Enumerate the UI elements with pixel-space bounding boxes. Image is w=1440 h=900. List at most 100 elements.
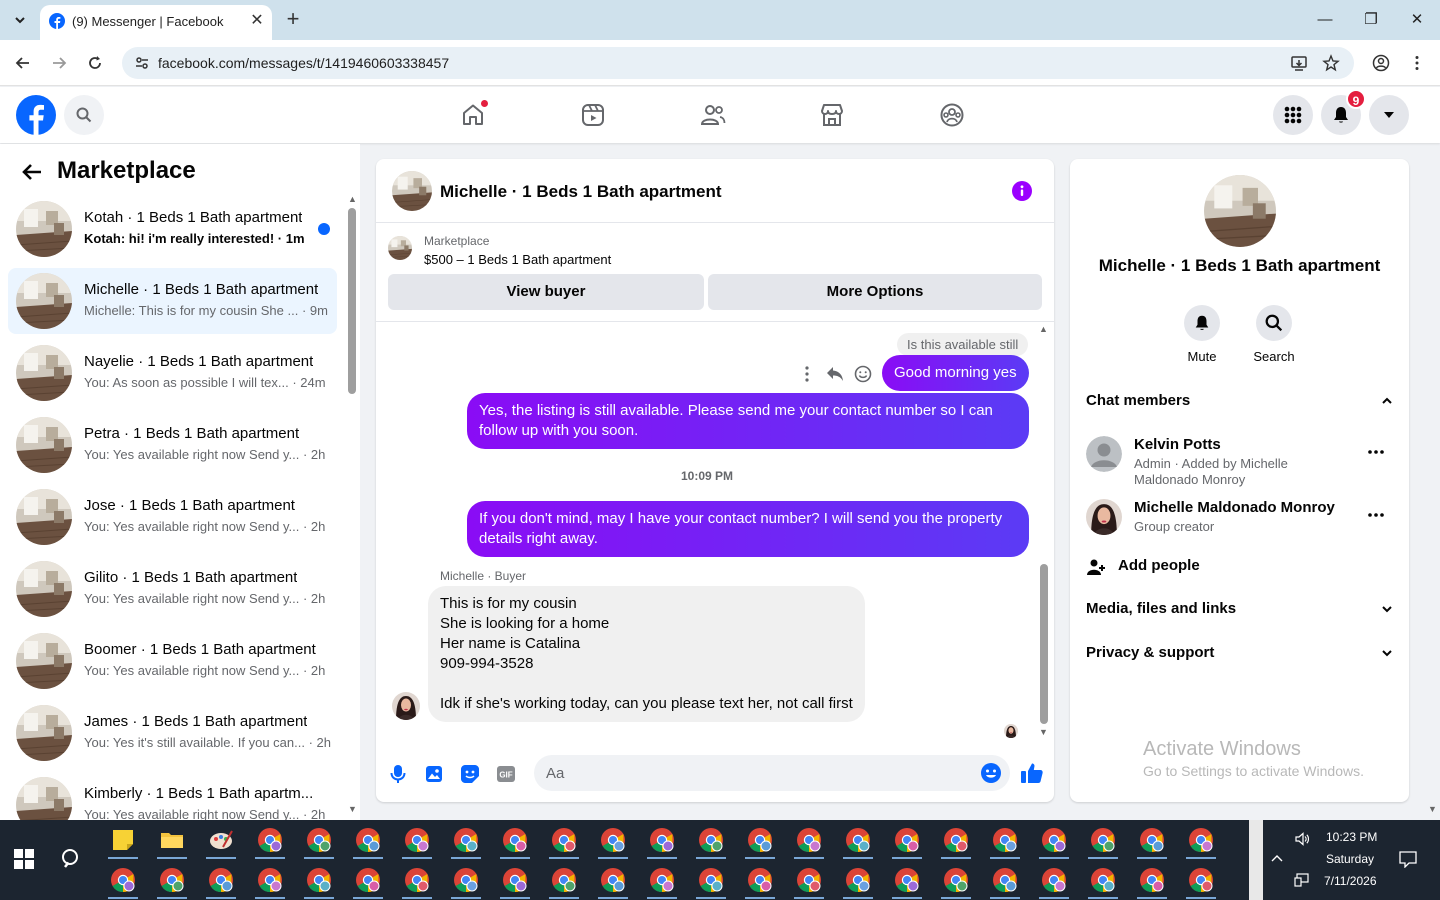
chrome-profile-icon[interactable] [551, 827, 577, 853]
chat-scroll-up-arrow[interactable]: ▲ [1039, 324, 1048, 334]
info-icon[interactable] [1012, 181, 1032, 201]
file-explorer-icon[interactable] [159, 827, 185, 853]
more-actions-icon[interactable] [797, 364, 817, 384]
outgoing-message[interactable]: If you don't mind, may I have your conta… [467, 501, 1029, 557]
taskbar-overflow-scroll[interactable] [1249, 820, 1263, 900]
chrome-profile-icon[interactable] [1041, 867, 1067, 893]
left-scroll-up-arrow[interactable]: ▲ [348, 194, 357, 204]
chrome-profile-icon[interactable] [649, 867, 675, 893]
chrome-profile-icon[interactable] [796, 827, 822, 853]
sticker-icon[interactable] [459, 763, 481, 785]
chrome-profile-icon[interactable] [355, 827, 381, 853]
back-arrow-icon[interactable] [20, 160, 44, 184]
outgoing-message[interactable]: Good morning yes [882, 355, 1029, 391]
tray-day[interactable]: Saturday [1326, 852, 1374, 866]
conversation-item[interactable]: James · 1 Beds 1 Bath apartment You: Yes … [8, 700, 337, 766]
add-people-button[interactable]: Add people [1086, 555, 1286, 579]
action-center-icon[interactable] [1398, 850, 1418, 868]
site-settings-icon[interactable] [134, 55, 150, 71]
chevron-up-icon[interactable] [1270, 852, 1284, 866]
privacy-support-section-toggle[interactable]: Privacy & support [1086, 644, 1394, 661]
react-emoji-icon[interactable] [853, 364, 873, 384]
chrome-profile-icon[interactable] [502, 867, 528, 893]
chrome-profile-icon[interactable] [159, 867, 185, 893]
browser-menu-icon[interactable] [1408, 54, 1426, 72]
conversation-item[interactable]: Petra · 1 Beds 1 Bath apartment You: Yes … [8, 412, 337, 478]
menu-grid-button[interactable] [1273, 95, 1313, 135]
chrome-profile-icon[interactable] [208, 867, 234, 893]
chrome-profile-icon[interactable] [453, 827, 479, 853]
mute-button[interactable]: Mute [1172, 305, 1232, 364]
bookmark-star-icon[interactable] [1322, 54, 1340, 72]
chrome-profile-icon[interactable] [649, 827, 675, 853]
conversation-item[interactable]: Kotah · 1 Beds 1 Bath apartment Kotah: hi… [8, 196, 337, 262]
chrome-profile-icon[interactable] [404, 827, 430, 853]
listing-thumbnail[interactable] [388, 236, 412, 260]
attach-photo-icon[interactable] [423, 763, 445, 785]
chrome-profile-icon[interactable] [1139, 827, 1165, 853]
install-app-icon[interactable] [1290, 54, 1308, 72]
chrome-profile-icon[interactable] [453, 867, 479, 893]
conversation-item[interactable]: Nayelie · 1 Beds 1 Bath apartment You: As… [8, 340, 337, 406]
left-scrollbar-thumb[interactable] [348, 208, 356, 394]
listing-description[interactable]: $500 – 1 Beds 1 Bath apartment [424, 252, 611, 267]
more-options-button[interactable]: More Options [708, 274, 1042, 310]
chrome-profile-icon[interactable] [992, 867, 1018, 893]
chrome-profile-icon[interactable] [502, 827, 528, 853]
search-in-chat-button[interactable]: Search [1244, 305, 1304, 364]
chrome-profile-icon[interactable] [943, 827, 969, 853]
chrome-profile-icon[interactable] [404, 867, 430, 893]
chrome-profile-icon[interactable] [943, 867, 969, 893]
chrome-profile-icon[interactable] [355, 867, 381, 893]
conversation-item[interactable]: Boomer · 1 Beds 1 Bath apartment You: Yes… [8, 628, 337, 694]
chat-scrollbar-thumb[interactable] [1040, 564, 1048, 724]
back-button[interactable] [11, 51, 35, 75]
browser-tab-messenger[interactable]: (9) Messenger | Facebook ✕ [40, 5, 272, 40]
chrome-profile-icon[interactable] [894, 867, 920, 893]
outgoing-message[interactable]: Yes, the listing is still available. Ple… [467, 393, 1029, 449]
media-files-section-toggle[interactable]: Media, files and links [1086, 600, 1394, 617]
thumbs-up-icon[interactable] [1020, 761, 1044, 785]
chrome-profile-icon[interactable] [747, 867, 773, 893]
more-horizontal-icon[interactable] [1366, 442, 1386, 462]
message-input[interactable] [534, 755, 1010, 791]
chrome-profile-icon[interactable] [306, 827, 332, 853]
member-row[interactable]: Kelvin Potts Admin · Added by Michelle M… [1086, 436, 1394, 487]
chrome-profile-icon[interactable] [1188, 867, 1214, 893]
minimize-button[interactable]: — [1313, 8, 1337, 32]
tray-date[interactable]: 7/11/2026 [1324, 874, 1377, 888]
page-scroll-down-arrow[interactable]: ▼ [1428, 804, 1437, 814]
sticky-notes-icon[interactable] [110, 827, 136, 853]
conversation-item[interactable]: Michelle · 1 Beds 1 Bath apartment Michel… [8, 268, 337, 334]
member-row[interactable]: Michelle Maldonado Monroy Group creator [1086, 499, 1394, 539]
nav-friends-icon[interactable] [698, 100, 728, 130]
sender-avatar[interactable] [392, 692, 420, 720]
network-icon[interactable] [1294, 872, 1310, 888]
chrome-profile-icon[interactable] [600, 827, 626, 853]
close-window-button[interactable]: ✕ [1405, 8, 1429, 32]
left-scroll-down-arrow[interactable]: ▼ [348, 804, 357, 814]
microphone-icon[interactable] [387, 763, 409, 785]
paint-app-icon[interactable] [208, 827, 234, 853]
chrome-profile-icon[interactable] [551, 867, 577, 893]
maximize-button[interactable]: ❐ [1359, 8, 1383, 32]
chrome-profile-icon[interactable] [698, 867, 724, 893]
chat-title[interactable]: Michelle · 1 Beds 1 Bath apartment [440, 182, 722, 202]
chrome-profile-icon[interactable] [845, 867, 871, 893]
chrome-profile-icon[interactable] [1188, 827, 1214, 853]
chrome-profile-icon[interactable] [894, 827, 920, 853]
conversation-item[interactable]: Gilito · 1 Beds 1 Bath apartment You: Yes… [8, 556, 337, 622]
chat-info-avatar[interactable] [1204, 175, 1276, 247]
tab-search-dropdown-icon[interactable] [8, 8, 32, 32]
conversation-item[interactable]: Kimberly · 1 Beds 1 Bath apartm... You: Y… [8, 772, 337, 820]
address-bar[interactable]: facebook.com/messages/t/1419460603338457 [122, 47, 1354, 79]
chrome-profile-icon[interactable] [1139, 867, 1165, 893]
new-tab-button[interactable]: + [282, 8, 304, 31]
chrome-profile-icon[interactable] [1090, 827, 1116, 853]
chrome-profile-icon[interactable] [257, 827, 283, 853]
volume-icon[interactable] [1294, 831, 1310, 847]
account-menu-button[interactable] [1369, 95, 1409, 135]
reply-icon[interactable] [825, 364, 845, 384]
gif-icon[interactable]: GIF [495, 763, 517, 785]
chrome-profile-icon[interactable] [796, 867, 822, 893]
